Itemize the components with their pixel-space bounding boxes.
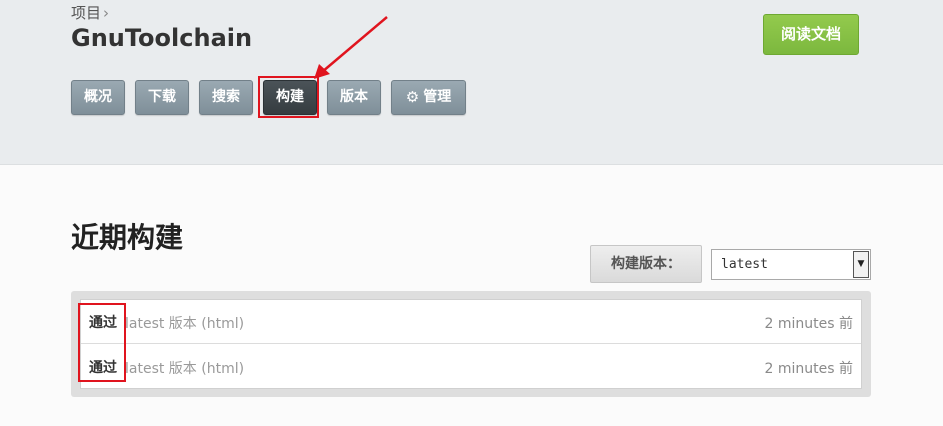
read-docs-button[interactable]: 阅读文档 <box>763 14 859 55</box>
tab-overview[interactable]: 概况 <box>71 80 125 115</box>
breadcrumb-projects[interactable]: 项目 <box>71 4 101 22</box>
annotation-box-build-status <box>78 303 126 382</box>
section-title: 近期构建 <box>71 221 184 254</box>
project-title[interactable]: GnuToolchain <box>71 24 252 52</box>
tab-downloads[interactable]: 下载 <box>135 80 189 115</box>
tab-search[interactable]: 搜索 <box>199 80 253 115</box>
build-list: 通过 latest 版本 (html) 2 minutes 前 通过 lates… <box>80 299 862 389</box>
tab-admin-label: 管理 <box>423 89 452 105</box>
version-filter-button[interactable]: 构建版本： <box>590 245 702 283</box>
build-row[interactable]: 通过 latest 版本 (html) 2 minutes 前 <box>81 345 861 389</box>
build-time: 2 minutes 前 <box>764 316 853 332</box>
gear-icon: ⚙ <box>405 88 420 106</box>
version-select[interactable]: latest ▼ <box>711 249 871 280</box>
builds-panel: 通过 latest 版本 (html) 2 minutes 前 通过 lates… <box>71 291 871 397</box>
version-select-value: latest <box>721 257 768 272</box>
project-header: 项目 › GnuToolchain 阅读文档 概况 下载 搜索 构建 版本 ⚙ 管理 <box>0 0 943 165</box>
breadcrumb[interactable]: 项目 › <box>71 2 109 23</box>
build-description[interactable]: latest 版本 (html) <box>125 358 244 378</box>
build-description[interactable]: latest 版本 (html) <box>125 313 244 333</box>
tab-versions[interactable]: 版本 <box>327 80 381 115</box>
annotation-box-builds-tab <box>258 76 319 118</box>
chevron-right-icon: › <box>103 4 110 22</box>
tab-admin[interactable]: ⚙ 管理 <box>391 80 466 115</box>
build-time: 2 minutes 前 <box>764 361 853 377</box>
dropdown-arrow-icon[interactable]: ▼ <box>853 251 869 278</box>
build-row[interactable]: 通过 latest 版本 (html) 2 minutes 前 <box>81 300 861 344</box>
